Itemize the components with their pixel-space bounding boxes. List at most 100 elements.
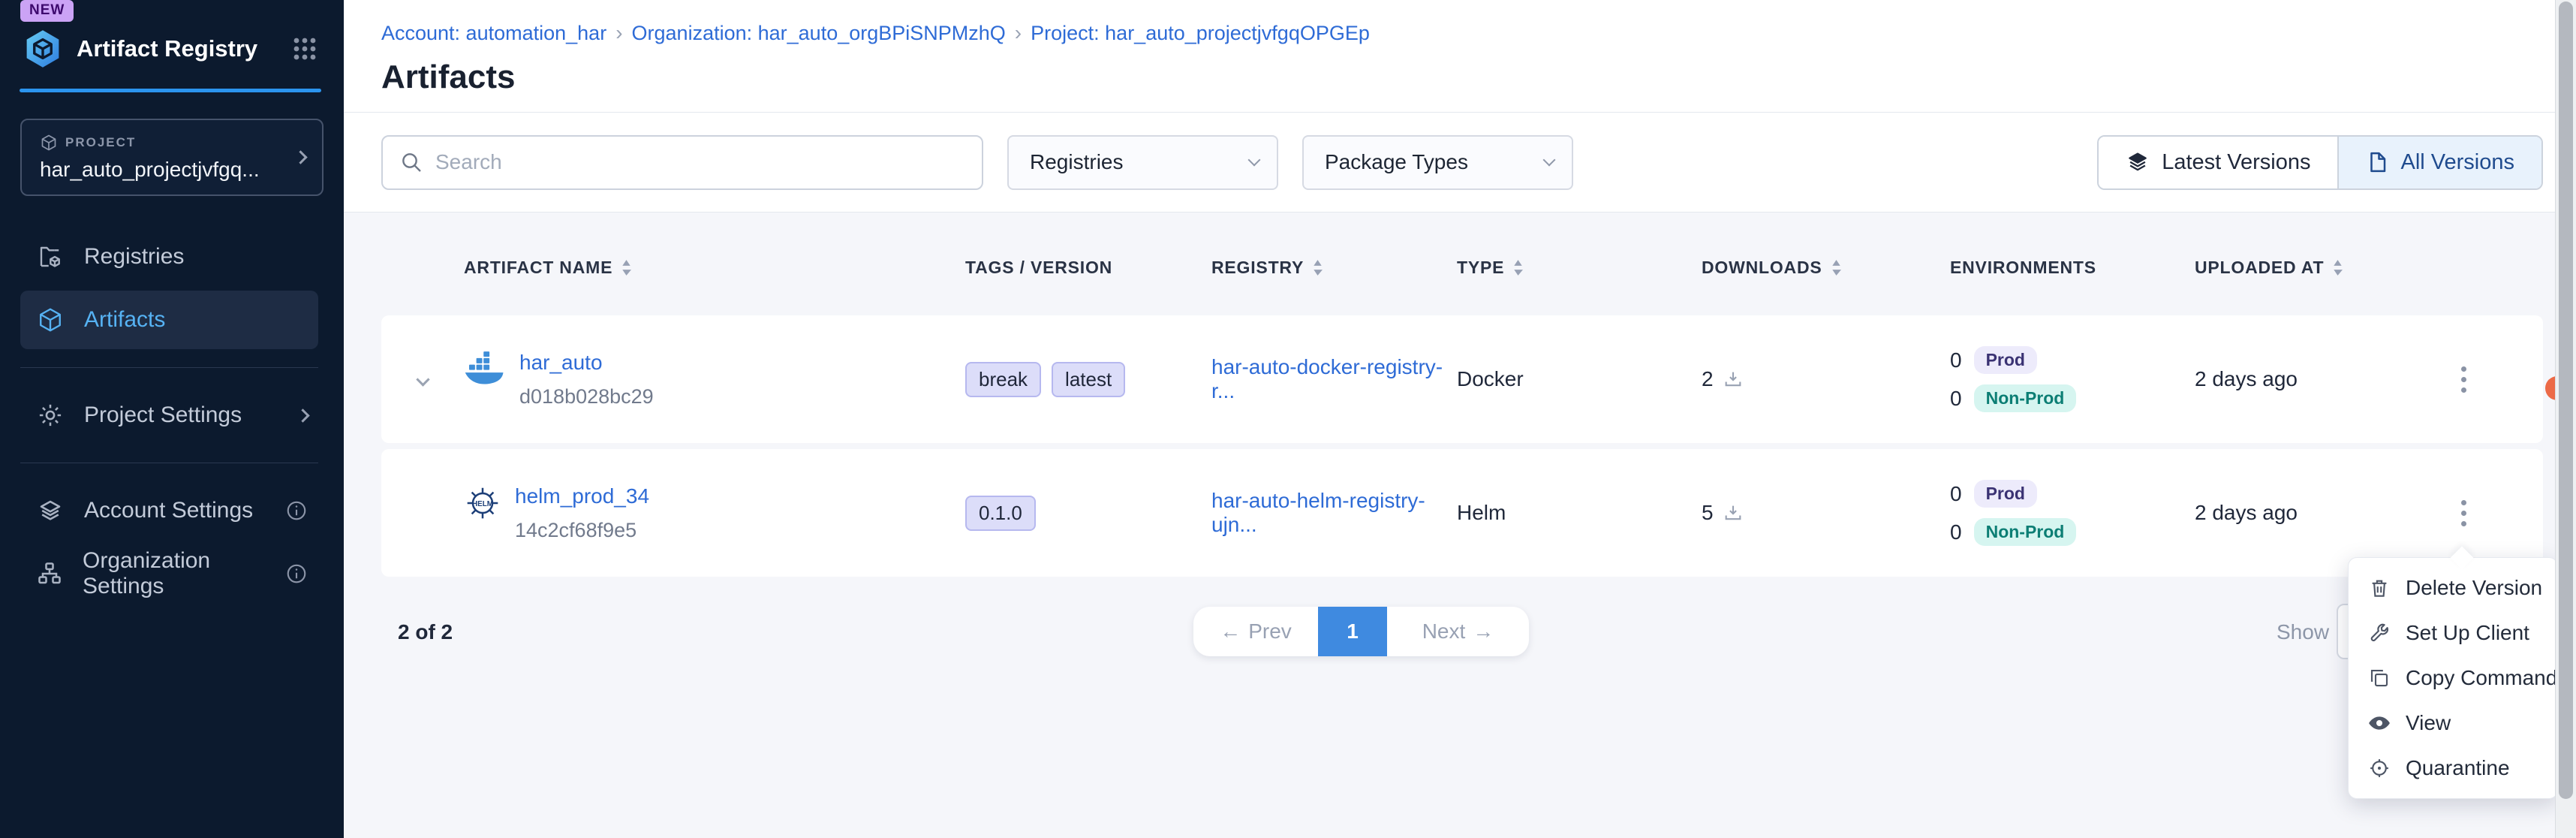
breadcrumb-separator: › (615, 21, 622, 45)
sort-icon[interactable] (2333, 260, 2343, 276)
env-nonprod-count: 0 (1950, 387, 1962, 411)
info-icon[interactable] (285, 499, 308, 522)
menu-item-view[interactable]: View (2349, 701, 2557, 746)
table-row: har_auto d018b028bc29 break latest har-a… (381, 315, 2543, 443)
sidebar-item-registries[interactable]: Registries (20, 228, 318, 286)
chevron-down-icon (1248, 154, 1261, 167)
vertical-scrollbar[interactable] (2555, 0, 2576, 838)
sidebar: NEW Artifact Registry (0, 0, 344, 838)
artifact-digest: 14c2cf68f9e5 (515, 519, 649, 542)
artifact-type: Helm (1457, 501, 1702, 525)
env-prod-count: 0 (1950, 482, 1962, 506)
svg-text:HELM: HELM (472, 500, 493, 508)
chevron-right-icon (293, 150, 307, 164)
row-menu-button[interactable] (2447, 357, 2480, 402)
prod-badge: Prod (1974, 480, 2037, 508)
chevron-down-icon (416, 372, 429, 386)
artifact-name-link[interactable]: har_auto (519, 351, 654, 375)
pager: ← Prev 1 Next → (1193, 607, 1529, 656)
registries-filter-label: Registries (1030, 150, 1123, 174)
sidebar-divider (20, 367, 318, 368)
docker-icon (464, 351, 506, 385)
download-icon (1723, 369, 1744, 390)
pagination: 2 of 2 ← Prev 1 Next → Show (381, 607, 2543, 667)
uploaded-at: 2 days ago (2195, 501, 2417, 525)
tag-chip: latest (1052, 362, 1125, 397)
registry-link[interactable]: har-auto-helm-registry-ujn... (1211, 489, 1425, 536)
sidebar-item-organization-settings[interactable]: Organization Settings (20, 544, 318, 603)
sort-icon[interactable] (1831, 260, 1841, 276)
pagination-summary: 2 of 2 (398, 620, 453, 644)
column-uploaded-at[interactable]: UPLOADED AT (2195, 258, 2417, 278)
latest-versions-label: Latest Versions (2162, 150, 2310, 175)
wrench-icon (2367, 622, 2392, 644)
artifact-type: Docker (1457, 367, 1702, 391)
sort-icon[interactable] (1513, 260, 1523, 276)
search-box (381, 135, 983, 190)
organization-settings-icon (36, 560, 63, 587)
account-settings-icon (36, 497, 65, 524)
versions-toggle: Latest Versions All Versions (2097, 135, 2543, 190)
brand-divider (20, 89, 321, 92)
breadcrumb-account[interactable]: Account: automation_har (381, 22, 606, 45)
registry-link[interactable]: har-auto-docker-registry-r... (1211, 355, 1443, 402)
breadcrumb-project[interactable]: Project: har_auto_projectjvfgqOPGEp (1031, 22, 1370, 45)
breadcrumb-organization[interactable]: Organization: har_auto_orgBPiSNPMzhQ (632, 22, 1006, 45)
app-logo (23, 29, 63, 69)
helm-icon: HELM (464, 484, 501, 522)
next-page-button[interactable]: Next → (1387, 607, 1529, 656)
registries-filter[interactable]: Registries (1007, 135, 1278, 190)
column-artifact-name[interactable]: ARTIFACT NAME (464, 258, 965, 278)
tag-chip: break (965, 362, 1041, 397)
env-nonprod-count: 0 (1950, 520, 1962, 544)
sidebar-item-label: Project Settings (84, 402, 242, 428)
page-header: Account: automation_har › Organization: … (344, 0, 2576, 113)
sidebar-item-label: Artifacts (84, 307, 165, 333)
trash-icon (2367, 577, 2392, 599)
sidebar-item-label: Account Settings (84, 498, 253, 523)
sidebar-item-project-settings[interactable]: Project Settings (20, 386, 318, 445)
tag-chip: 0.1.0 (965, 496, 1036, 531)
menu-item-quarantine[interactable]: Quarantine (2349, 746, 2557, 791)
module-grid-icon[interactable] (291, 35, 318, 62)
project-name: har_auto_projectjvfgq... (40, 158, 296, 182)
menu-item-set-up-client[interactable]: Set Up Client (2349, 610, 2557, 656)
sidebar-item-account-settings[interactable]: Account Settings (20, 481, 318, 540)
sort-icon[interactable] (621, 260, 631, 276)
scrollbar-thumb[interactable] (2559, 2, 2573, 799)
column-registry[interactable]: REGISTRY (1211, 258, 1457, 278)
column-environments: ENVIRONMENTS (1950, 258, 2195, 278)
sidebar-item-label: Organization Settings (83, 548, 285, 599)
page-title: Artifacts (381, 59, 2576, 96)
quarantine-icon (2367, 757, 2392, 779)
prev-page-button[interactable]: ← Prev (1193, 607, 1318, 656)
expand-row-button[interactable] (381, 375, 464, 384)
sort-icon[interactable] (1313, 260, 1323, 276)
project-label: PROJECT (65, 135, 136, 150)
chevron-right-icon (296, 408, 309, 422)
left-arrow-icon: ← (1220, 619, 1241, 644)
right-arrow-icon: → (1473, 619, 1494, 644)
app-title: Artifact Registry (77, 35, 291, 62)
artifact-name-link[interactable]: helm_prod_34 (515, 484, 649, 508)
row-menu-button[interactable] (2447, 490, 2480, 535)
info-icon[interactable] (285, 562, 308, 585)
column-downloads[interactable]: DOWNLOADS (1702, 258, 1950, 278)
page-number-button[interactable]: 1 (1318, 607, 1387, 656)
show-label: Show (2277, 620, 2329, 644)
latest-versions-button[interactable]: Latest Versions (2099, 137, 2337, 188)
search-input[interactable] (435, 150, 965, 174)
all-versions-label: All Versions (2400, 150, 2514, 175)
menu-item-delete-version[interactable]: Delete Version (2349, 565, 2557, 610)
artifacts-icon (36, 306, 65, 333)
menu-item-copy-command[interactable]: Copy Command (2349, 656, 2557, 701)
package-types-filter[interactable]: Package Types (1302, 135, 1573, 190)
project-selector[interactable]: PROJECT har_auto_projectjvfgq... (20, 119, 324, 196)
sidebar-item-artifacts[interactable]: Artifacts (20, 291, 318, 349)
all-versions-button[interactable]: All Versions (2337, 137, 2541, 188)
search-icon (399, 150, 423, 174)
column-type[interactable]: TYPE (1457, 258, 1702, 278)
sidebar-nav: Registries Artifacts (0, 228, 344, 603)
package-types-filter-label: Package Types (1325, 150, 1468, 174)
download-icon (1723, 502, 1744, 523)
